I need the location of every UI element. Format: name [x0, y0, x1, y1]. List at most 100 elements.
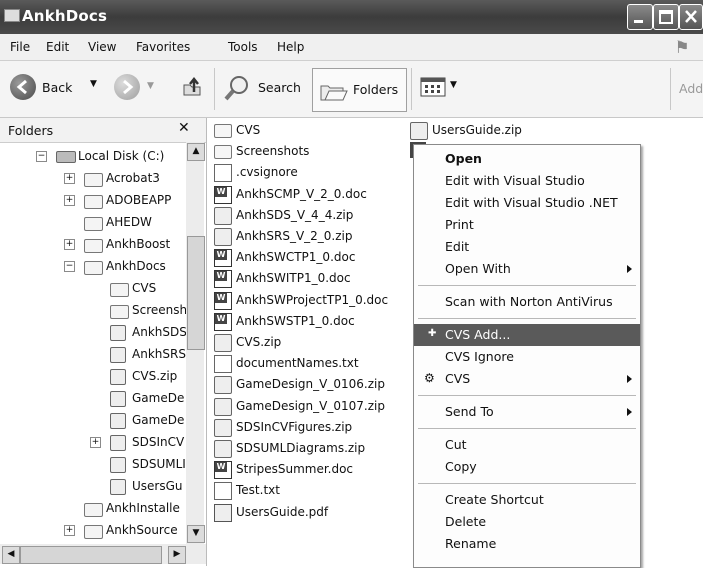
tree-item-label: CVS	[132, 281, 157, 295]
file-name: UsersGuide.pdf	[236, 504, 329, 519]
collapse-icon[interactable]: −	[36, 151, 47, 162]
tree-item[interactable]: GameDe	[0, 388, 186, 410]
file-item[interactable]: Test.txt	[214, 480, 410, 501]
file-item[interactable]: W StripesSummer.doc	[214, 459, 410, 480]
folder-tree-vertical-scrollbar[interactable]: ▲ ▼	[186, 142, 205, 544]
back-dropdown-icon[interactable]: ▼	[90, 79, 97, 89]
maximize-button[interactable]	[653, 4, 679, 30]
file-item[interactable]: UsersGuide.pdf	[214, 502, 410, 523]
views-dropdown-icon: ▼	[450, 80, 457, 90]
close-window-button[interactable]	[679, 4, 703, 30]
file-item[interactable]: W AnkhSWITP1_0.doc	[214, 268, 410, 289]
back-button[interactable]: Back ▼	[10, 73, 102, 103]
horizontal-scroll-thumb[interactable]	[20, 546, 162, 564]
menu-view[interactable]: View	[88, 40, 116, 54]
context-menu-item-cvs[interactable]: ⚙ CVS	[414, 368, 640, 390]
file-item[interactable]: W AnkhSCMP_V_2_0.doc	[214, 184, 410, 205]
file-item[interactable]: .cvsignore	[214, 162, 410, 183]
tree-item[interactable]: CVS.zip	[0, 366, 186, 388]
context-menu-item-edit-with-visual-studio[interactable]: Edit with Visual Studio	[414, 170, 640, 192]
file-item[interactable]: GameDesign_V_0107.zip	[214, 396, 410, 417]
tree-item[interactable]: AHEDW	[0, 212, 186, 234]
context-menu-item-cvs-add[interactable]: ✚ CVS Add...	[414, 324, 640, 346]
tree-item[interactable]: AnkhInstalle	[0, 498, 186, 520]
context-menu-item-label: CVS	[445, 371, 471, 386]
tree-item-label: CVS.zip	[132, 369, 178, 383]
file-item[interactable]: SDSInCVFigures.zip	[214, 417, 410, 438]
file-item[interactable]: W AnkhSWCTP1_0.doc	[214, 247, 410, 268]
pdf-file-icon	[214, 503, 232, 522]
forward-dropdown-icon[interactable]: ▼	[147, 81, 154, 91]
tree-item[interactable]: CVS	[0, 278, 186, 300]
file-item[interactable]: AnkhSRS_V_2_0.zip	[214, 226, 410, 247]
tree-item[interactable]: + ADOBEAPP	[0, 190, 186, 212]
file-name: .cvsignore	[236, 165, 298, 180]
tree-item[interactable]: − AnkhDocs	[0, 256, 186, 278]
menu-favorites[interactable]: Favorites	[136, 40, 190, 54]
views-button[interactable]: ▼	[420, 75, 466, 101]
expand-icon[interactable]: +	[64, 173, 75, 184]
file-item[interactable]: AnkhSDS_V_4_4.zip	[214, 205, 410, 226]
expand-icon[interactable]: +	[64, 525, 75, 536]
context-menu-item-create-shortcut[interactable]: Create Shortcut	[414, 489, 640, 511]
scroll-up-icon[interactable]: ▲	[187, 143, 205, 161]
scroll-down-icon[interactable]: ▼	[187, 525, 205, 543]
collapse-icon[interactable]: −	[64, 261, 75, 272]
menu-tools[interactable]: Tools	[228, 40, 258, 54]
forward-button[interactable]	[114, 74, 140, 100]
expand-icon[interactable]: +	[64, 195, 75, 206]
tree-item[interactable]: AnkhSRS	[0, 344, 186, 366]
tree-item[interactable]: Screensh	[0, 300, 186, 322]
context-menu-item-open[interactable]: Open	[414, 148, 640, 170]
folders-button[interactable]: Folders	[312, 68, 407, 112]
tree-item[interactable]: − Local Disk (C:)	[0, 146, 186, 168]
file-item[interactable]: W AnkhSWSTP1_0.doc	[214, 311, 410, 332]
context-menu-item-scan-with-norton-antivirus[interactable]: Scan with Norton AntiVirus	[414, 291, 640, 313]
tree-item[interactable]: AnkhSDS	[0, 322, 186, 344]
file-item[interactable]: documentNames.txt	[214, 353, 410, 374]
scroll-left-icon[interactable]: ◀	[2, 546, 20, 564]
tree-item[interactable]: UsersGu	[0, 476, 186, 498]
file-item[interactable]: Screenshots	[214, 141, 410, 162]
tree-item[interactable]: + Acrobat3	[0, 168, 186, 190]
file-item[interactable]: UsersGuide.zip	[410, 120, 606, 141]
tree-item[interactable]: + SDSInCV	[0, 432, 186, 454]
close-pane-icon[interactable]: ✕	[178, 120, 190, 136]
tree-item[interactable]: + AnkhBoost	[0, 234, 186, 256]
back-label: Back	[42, 80, 73, 95]
tree-item[interactable]: SDSUMLI	[0, 454, 186, 476]
menu-file[interactable]: File	[10, 40, 30, 54]
menu-edit[interactable]: Edit	[46, 40, 69, 54]
context-menu-item-open-with[interactable]: Open With	[414, 258, 640, 280]
context-menu-item-delete[interactable]: Delete	[414, 511, 640, 533]
zip-file-icon	[110, 479, 126, 495]
views-icon	[420, 77, 446, 97]
expand-icon[interactable]: +	[90, 437, 101, 448]
context-menu-item-rename[interactable]: Rename	[414, 533, 640, 555]
menu-help[interactable]: Help	[277, 40, 304, 54]
context-menu-item-cut[interactable]: Cut	[414, 434, 640, 456]
zip-file-icon	[214, 228, 232, 246]
folder-tree-horizontal-scrollbar[interactable]: ◀ ▶	[0, 544, 206, 564]
scroll-right-icon[interactable]: ▶	[168, 546, 186, 564]
tree-item-label: UsersGu	[132, 479, 183, 493]
context-menu-item-edit[interactable]: Edit	[414, 236, 640, 258]
search-button[interactable]: Search	[222, 73, 308, 103]
context-menu-item-edit-with-visual-studio-net[interactable]: Edit with Visual Studio .NET	[414, 192, 640, 214]
file-item[interactable]: GameDesign_V_0106.zip	[214, 374, 410, 395]
expand-icon[interactable]: +	[64, 239, 75, 250]
context-menu-item-copy[interactable]: Copy	[414, 456, 640, 478]
file-item[interactable]: W AnkhSWProjectTP1_0.doc	[214, 290, 410, 311]
context-menu-item-cvs-ignore[interactable]: CVS Ignore	[414, 346, 640, 368]
file-item[interactable]: CVS.zip	[214, 332, 410, 353]
tree-item[interactable]: + AnkhSource	[0, 520, 186, 542]
context-menu-item-send-to[interactable]: Send To	[414, 401, 640, 423]
scroll-thumb[interactable]	[187, 236, 205, 350]
file-item[interactable]: CVS	[214, 120, 410, 141]
context-menu-item-print[interactable]: Print	[414, 214, 640, 236]
file-item[interactable]: SDSUMLDiagrams.zip	[214, 438, 410, 459]
minimize-button[interactable]	[627, 4, 653, 30]
tree-item[interactable]: GameDe	[0, 410, 186, 432]
context-menu: Open Edit with Visual Studio Edit with Vis…	[413, 144, 641, 568]
up-folder-button[interactable]	[180, 75, 206, 101]
